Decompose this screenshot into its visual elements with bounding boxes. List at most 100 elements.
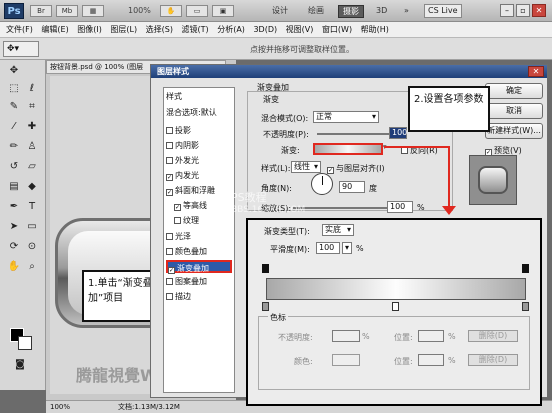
gradient-preview-swatch[interactable] [313,143,383,155]
menu-view[interactable]: 视图(V) [286,22,314,38]
checkbox-icon[interactable] [166,127,173,134]
restore-icon[interactable]: ▫ [516,4,530,17]
eyedropper-icon[interactable]: ⁄ [6,120,22,134]
workspace-painting[interactable]: 绘画 [304,5,328,18]
cancel-button[interactable]: 取消 [485,103,543,119]
workspace-design[interactable]: 设计 [268,5,292,18]
checkbox-icon[interactable] [166,293,173,300]
move-tool-icon[interactable]: ✥ [6,64,22,78]
menu-file[interactable]: 文件(F) [6,22,33,38]
workspace-photography[interactable]: 摄影 [338,5,364,18]
style-satin[interactable]: 光泽 [166,230,232,243]
path-select-icon[interactable]: ➤ [6,220,22,234]
menu-image[interactable]: 图像(I) [77,22,102,38]
history-brush-icon[interactable]: ↺ [6,160,22,174]
hand-tool-icon[interactable]: ✋ [6,260,22,274]
checkbox-checked-icon[interactable]: ✓ [166,174,173,181]
opacity-slider[interactable] [317,133,389,135]
hand-icon[interactable]: ✋ [160,5,182,17]
checkbox-icon[interactable] [401,147,408,154]
menu-select[interactable]: 选择(S) [146,22,173,38]
minimize-icon[interactable]: – [500,4,514,17]
status-zoom[interactable]: 100% [50,401,70,413]
close-icon[interactable]: ✕ [532,4,546,17]
checkbox-icon[interactable] [174,217,181,224]
gradient-type-select[interactable]: 实底 [322,224,354,236]
menu-help[interactable]: 帮助(H) [361,22,389,38]
style-gradient-overlay[interactable]: ✓ 渐变叠加 [166,260,232,274]
menu-window[interactable]: 窗口(W) [322,22,352,38]
stop-opacity-input[interactable] [332,330,360,342]
scale-slider[interactable] [293,207,387,209]
zoom-level[interactable]: 100% [128,6,151,15]
angle-dial[interactable] [311,173,333,195]
background-color-swatch[interactable] [18,336,32,350]
align-with-layer-checkbox[interactable]: ✓ 与图层对齐(I) [327,163,385,174]
blend-mode-select[interactable]: 正常 [313,111,379,123]
3d-camera-icon[interactable]: ⊙ [24,240,40,254]
healing-brush-icon[interactable]: ✚ [24,120,40,134]
pen-tool-icon[interactable]: ✒ [6,200,22,214]
view-extras-icon[interactable]: ▦ [82,5,104,17]
checkbox-icon[interactable] [166,233,173,240]
menu-filter[interactable]: 滤镜(T) [182,22,209,38]
blend-options-default[interactable]: 混合选项:默认 [166,106,232,119]
style-outer-glow[interactable]: 外发光 [166,154,232,167]
gradient-tool-icon[interactable]: ▤ [6,180,22,194]
opacity-input[interactable]: 100 [389,127,407,139]
smoothness-dropdown[interactable] [342,242,352,254]
style-inner-shadow[interactable]: 内阴影 [166,139,232,152]
quick-select-icon[interactable]: ✎ [6,100,22,114]
stop-color-swatch[interactable] [332,354,360,366]
styles-header[interactable]: 样式 [166,90,232,103]
arrange-icon[interactable]: ▭ [186,5,208,17]
quick-mask-icon[interactable]: ◙ [12,358,28,372]
gradient-bar[interactable] [266,278,526,300]
smoothness-input[interactable]: 100 [316,242,340,254]
brush-tool-icon[interactable]: ✏ [6,140,22,154]
blur-tool-icon[interactable]: ◆ [24,180,40,194]
workspace-3d[interactable]: 3D [372,5,391,18]
checkbox-checked-icon[interactable]: ✓ [166,189,173,196]
workspace-more[interactable]: » [400,5,413,18]
opacity-stop-left[interactable] [262,264,269,273]
dialog-close-icon[interactable]: ✕ [528,66,544,77]
marquee-tool-icon[interactable]: ⬚ [6,82,22,96]
opacity-stop-right[interactable] [522,264,529,273]
clone-stamp-icon[interactable]: ♙ [24,140,40,154]
eraser-tool-icon[interactable]: ▱ [24,160,40,174]
scale-input[interactable]: 100 [387,201,413,213]
color-stop-middle[interactable] [392,302,399,311]
checkbox-checked-icon[interactable]: ✓ [327,167,334,174]
style-inner-glow[interactable]: ✓ 内发光 [166,169,232,182]
checkbox-icon[interactable] [166,142,173,149]
screen-mode-icon[interactable]: ▣ [212,5,234,17]
checkbox-icon[interactable] [166,278,173,285]
stop-color-location-input[interactable] [418,354,444,366]
bridge-icon[interactable]: Br [30,5,52,17]
stop-opacity-location-input[interactable] [418,330,444,342]
menu-edit[interactable]: 编辑(E) [41,22,68,38]
checkbox-icon[interactable] [166,157,173,164]
crop-tool-icon[interactable]: ⌗ [24,100,40,114]
checkbox-icon[interactable] [166,248,173,255]
move-tool-preset[interactable]: ✥▾ [3,41,39,57]
lasso-tool-icon[interactable]: ℓ [24,82,40,96]
menu-3d[interactable]: 3D(D) [253,22,277,38]
delete-color-stop-button[interactable]: 删除(D) [468,354,518,366]
ok-button[interactable]: 确定 [485,83,543,99]
style-drop-shadow[interactable]: 投影 [166,124,232,137]
delete-opacity-stop-button[interactable]: 删除(D) [468,330,518,342]
shape-tool-icon[interactable]: ▭ [24,220,40,234]
checkbox-checked-icon[interactable]: ✓ [168,267,175,274]
cslive-button[interactable]: CS Live [424,4,462,18]
type-tool-icon[interactable]: T [24,200,40,214]
zoom-tool-icon[interactable]: ⌕ [24,260,40,274]
color-stop-left[interactable] [262,302,269,311]
style-bevel-emboss[interactable]: ✓ 斜面和浮雕 [166,184,232,197]
checkbox-checked-icon[interactable]: ✓ [174,204,181,211]
menu-layer[interactable]: 图层(L) [110,22,137,38]
style-texture[interactable]: 纹理 [174,214,240,227]
style-pattern-overlay[interactable]: 图案叠加 [166,275,232,288]
menu-analysis[interactable]: 分析(A) [217,22,245,38]
